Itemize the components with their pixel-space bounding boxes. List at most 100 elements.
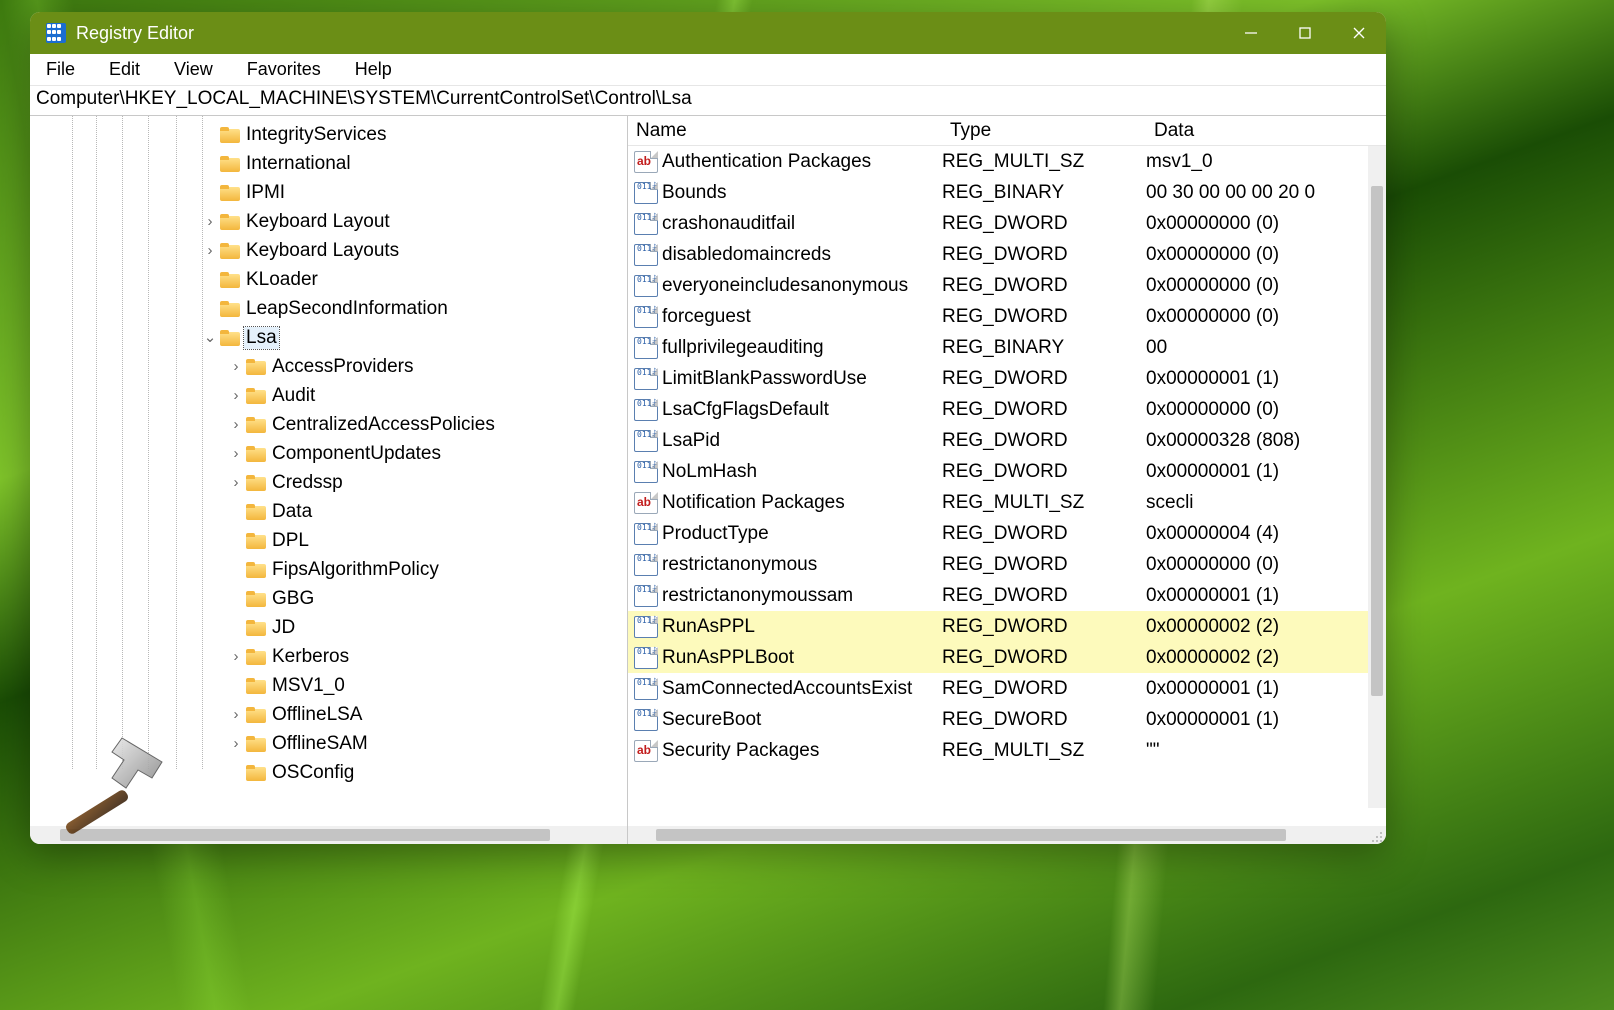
tree-item[interactable]: JD xyxy=(30,613,627,642)
tree-item[interactable]: ›OfflineSAM xyxy=(30,729,627,758)
value-data: scecli xyxy=(1146,492,1386,514)
binary-value-icon xyxy=(634,523,658,545)
value-data: 0x00000000 (0) xyxy=(1146,213,1386,235)
value-row[interactable]: restrictanonymoussamREG_DWORD0x00000001 … xyxy=(628,580,1386,611)
value-row[interactable]: SecureBootREG_DWORD0x00000001 (1) xyxy=(628,704,1386,735)
value-data: 0x00000004 (4) xyxy=(1146,523,1386,545)
chevron-right-icon[interactable]: › xyxy=(202,213,218,230)
tree-item[interactable]: IPMI xyxy=(30,178,627,207)
tree-item[interactable]: OSConfig xyxy=(30,758,627,787)
tree-item[interactable]: › Kerberos xyxy=(30,642,627,671)
registry-tree[interactable]: IntegrityServicesInternationalIPMI›Keybo… xyxy=(30,116,627,787)
value-row[interactable]: RunAsPPLBootREG_DWORD0x00000002 (2) xyxy=(628,642,1386,673)
value-name: SecureBoot xyxy=(660,709,942,731)
tree-item-label: ComponentUpdates xyxy=(270,443,443,465)
folder-icon xyxy=(220,185,240,201)
value-type: REG_DWORD xyxy=(942,213,1146,235)
tree-item[interactable]: IntegrityServices xyxy=(30,120,627,149)
value-row[interactable]: forceguestREG_DWORD0x00000000 (0) xyxy=(628,301,1386,332)
tree-item[interactable]: GBG xyxy=(30,584,627,613)
tree-item[interactable]: MSV1_0 xyxy=(30,671,627,700)
menu-file[interactable]: File xyxy=(40,56,81,83)
chevron-right-icon[interactable]: › xyxy=(228,648,244,665)
tree-horizontal-scrollbar[interactable] xyxy=(30,826,627,844)
menu-favorites[interactable]: Favorites xyxy=(241,56,327,83)
value-row[interactable]: RunAsPPLREG_DWORD0x00000002 (2) xyxy=(628,611,1386,642)
chevron-down-icon[interactable]: ⌄ xyxy=(202,328,218,346)
tree-item[interactable]: ›OfflineLSA xyxy=(30,700,627,729)
value-row[interactable]: everyoneincludesanonymousREG_DWORD0x0000… xyxy=(628,270,1386,301)
tree-item[interactable]: ›Audit xyxy=(30,381,627,410)
tree-item[interactable]: ›Credssp xyxy=(30,468,627,497)
value-data: 0x00000000 (0) xyxy=(1146,244,1386,266)
tree-item[interactable]: FipsAlgorithmPolicy xyxy=(30,555,627,584)
value-row[interactable]: BoundsREG_BINARY00 30 00 00 00 20 0 xyxy=(628,177,1386,208)
tree-item[interactable]: ›AccessProviders xyxy=(30,352,627,381)
value-type: REG_DWORD xyxy=(942,647,1146,669)
menu-edit[interactable]: Edit xyxy=(103,56,146,83)
value-row[interactable]: restrictanonymousREG_DWORD0x00000000 (0) xyxy=(628,549,1386,580)
values-horizontal-scrollbar[interactable] xyxy=(628,826,1386,844)
menu-help[interactable]: Help xyxy=(349,56,398,83)
value-type: REG_MULTI_SZ xyxy=(942,151,1146,173)
values-header[interactable]: Name Type Data xyxy=(628,116,1386,146)
value-name: fullprivilegeauditing xyxy=(660,337,942,359)
address-bar[interactable]: Computer\HKEY_LOCAL_MACHINE\SYSTEM\Curre… xyxy=(30,86,1386,116)
value-type: REG_DWORD xyxy=(942,368,1146,390)
string-value-icon xyxy=(634,492,658,514)
tree-item-label: KLoader xyxy=(244,269,320,291)
app-icon xyxy=(46,23,66,43)
chevron-right-icon[interactable]: › xyxy=(228,706,244,723)
value-row[interactable]: disabledomaincredsREG_DWORD0x00000000 (0… xyxy=(628,239,1386,270)
column-data[interactable]: Data xyxy=(1146,120,1386,142)
value-row[interactable]: crashonauditfailREG_DWORD0x00000000 (0) xyxy=(628,208,1386,239)
value-row[interactable]: LimitBlankPasswordUseREG_DWORD0x00000001… xyxy=(628,363,1386,394)
value-row[interactable]: fullprivilegeauditingREG_BINARY00 xyxy=(628,332,1386,363)
tree-item-label: Kerberos xyxy=(270,646,351,668)
tree-item[interactable]: LeapSecondInformation xyxy=(30,294,627,323)
values-vertical-scrollbar[interactable] xyxy=(1368,146,1386,808)
tree-item[interactable]: International xyxy=(30,149,627,178)
values-list[interactable]: Authentication PackagesREG_MULTI_SZmsv1_… xyxy=(628,146,1386,766)
chevron-right-icon[interactable]: › xyxy=(228,735,244,752)
value-type: REG_BINARY xyxy=(942,337,1146,359)
chevron-right-icon[interactable]: › xyxy=(228,445,244,462)
titlebar[interactable]: Registry Editor xyxy=(30,12,1386,54)
chevron-right-icon[interactable]: › xyxy=(228,474,244,491)
maximize-button[interactable] xyxy=(1278,12,1332,54)
minimize-button[interactable] xyxy=(1224,12,1278,54)
chevron-right-icon[interactable]: › xyxy=(228,416,244,433)
column-name[interactable]: Name xyxy=(628,120,942,142)
close-button[interactable] xyxy=(1332,12,1386,54)
value-row[interactable]: LsaPidREG_DWORD0x00000328 (808) xyxy=(628,425,1386,456)
tree-item[interactable]: ›CentralizedAccessPolicies xyxy=(30,410,627,439)
binary-value-icon xyxy=(634,709,658,731)
value-data: msv1_0 xyxy=(1146,151,1386,173)
chevron-right-icon[interactable]: › xyxy=(228,358,244,375)
tree-item[interactable]: KLoader xyxy=(30,265,627,294)
tree-item[interactable]: ⌄Lsa xyxy=(30,323,627,352)
tree-item[interactable]: DPL xyxy=(30,526,627,555)
chevron-right-icon[interactable]: › xyxy=(202,242,218,259)
value-row[interactable]: ProductTypeREG_DWORD0x00000004 (4) xyxy=(628,518,1386,549)
value-row[interactable]: SamConnectedAccountsExistREG_DWORD0x0000… xyxy=(628,673,1386,704)
value-type: REG_DWORD xyxy=(942,616,1146,638)
value-row[interactable]: Notification PackagesREG_MULTI_SZscecli xyxy=(628,487,1386,518)
resize-grip-icon[interactable] xyxy=(1368,828,1382,842)
value-row[interactable]: Security PackagesREG_MULTI_SZ"" xyxy=(628,735,1386,766)
value-row[interactable]: LsaCfgFlagsDefaultREG_DWORD0x00000000 (0… xyxy=(628,394,1386,425)
registry-editor-window: Registry Editor File Edit View Favorites… xyxy=(30,12,1386,844)
tree-item[interactable]: ›Keyboard Layout xyxy=(30,207,627,236)
tree-item[interactable]: Data xyxy=(30,497,627,526)
value-row[interactable]: NoLmHashREG_DWORD0x00000001 (1) xyxy=(628,456,1386,487)
chevron-right-icon[interactable]: › xyxy=(228,387,244,404)
tree-item[interactable]: › ComponentUpdates xyxy=(30,439,627,468)
string-value-icon xyxy=(634,151,658,173)
column-type[interactable]: Type xyxy=(942,120,1146,142)
tree-item[interactable]: ›Keyboard Layouts xyxy=(30,236,627,265)
value-row[interactable]: Authentication PackagesREG_MULTI_SZmsv1_… xyxy=(628,146,1386,177)
tree-item-label: International xyxy=(244,153,353,175)
menu-view[interactable]: View xyxy=(168,56,219,83)
folder-icon xyxy=(246,417,266,433)
folder-icon xyxy=(220,330,240,346)
